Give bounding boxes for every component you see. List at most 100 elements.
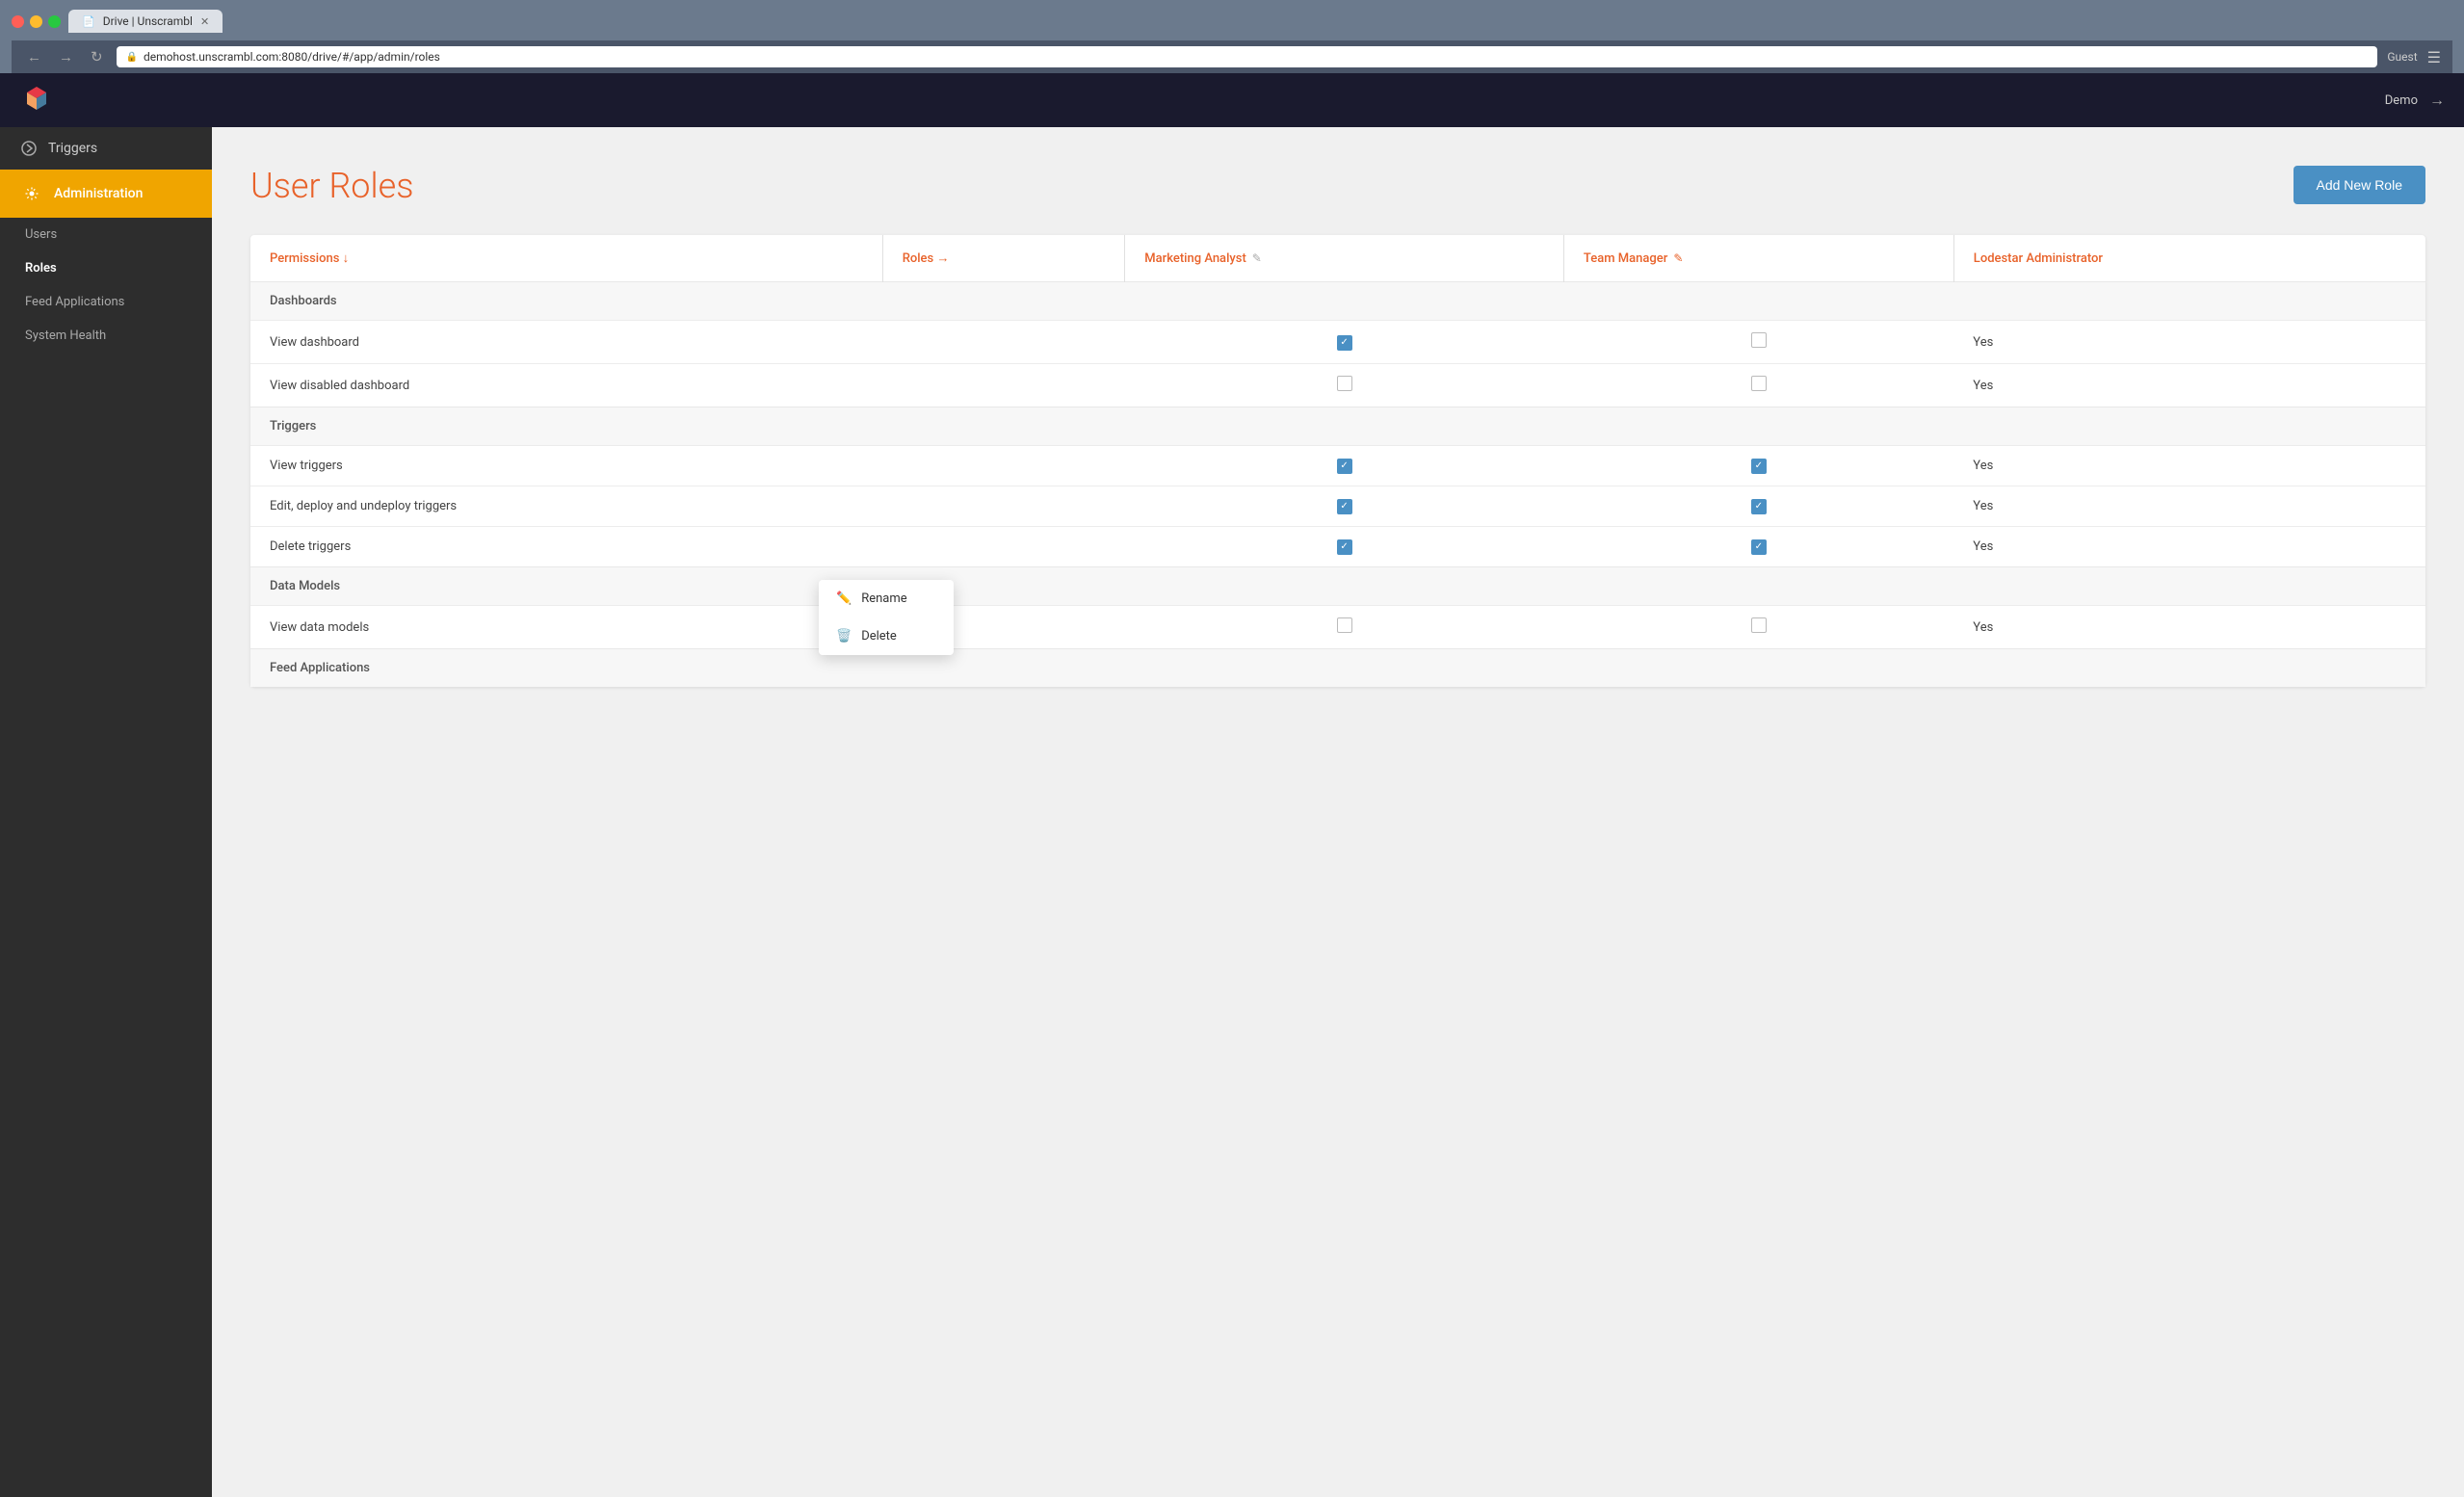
- active-browser-tab[interactable]: 📄 Drive | Unscrambl ✕: [68, 10, 223, 33]
- rename-icon: ✏️: [836, 591, 852, 606]
- perm-view-triggers: View triggers: [250, 446, 882, 486]
- context-menu: ✏️ Rename 🗑️ Delete: [819, 580, 954, 655]
- sidebar-sub-item-feed-applications[interactable]: Feed Applications: [0, 285, 212, 319]
- traffic-lights: [12, 15, 61, 28]
- app-body: Triggers Administration Users Roles F: [0, 127, 2464, 1497]
- triggers-label: Triggers: [48, 141, 97, 156]
- checkbox-col1-view-dashboard[interactable]: [1337, 335, 1352, 351]
- app-topbar: Demo →: [0, 73, 2464, 127]
- sidebar-section-administration[interactable]: Administration: [0, 170, 212, 218]
- context-menu-delete[interactable]: 🗑️ Delete: [819, 617, 954, 655]
- col2-delete-triggers: [1563, 527, 1953, 567]
- triggers-icon: [19, 139, 39, 158]
- users-sub-label: Users: [25, 227, 57, 242]
- col1-view-dashboard: [1125, 321, 1564, 364]
- context-menu-rename[interactable]: ✏️ Rename: [819, 580, 954, 617]
- roles-table-container: ✏️ Rename 🗑️ Delete Permissions ↓: [250, 235, 2425, 687]
- roles-sub-label: Roles: [25, 261, 57, 276]
- col2-view-dashboard: [1563, 321, 1953, 364]
- section-row-feed-applications: Feed Applications: [250, 649, 2425, 688]
- user-label: Demo: [2385, 93, 2418, 108]
- checkbox-col2-delete-triggers[interactable]: [1751, 539, 1767, 555]
- rename-label: Rename: [861, 591, 906, 606]
- checkbox-col2-edit-triggers[interactable]: [1751, 499, 1767, 514]
- checkbox-col2-view-data-models[interactable]: [1751, 617, 1767, 633]
- col3-edit-triggers: Yes: [1953, 486, 2425, 527]
- table-row: View triggers Yes: [250, 446, 2425, 486]
- close-traffic-light[interactable]: [12, 15, 24, 28]
- col3-view-disabled-dashboard: Yes: [1953, 364, 2425, 407]
- checkbox-col2-view-disabled-dashboard[interactable]: [1751, 376, 1767, 391]
- col3-view-triggers: Yes: [1953, 446, 2425, 486]
- minimize-traffic-light[interactable]: [30, 15, 42, 28]
- delete-label: Delete: [861, 629, 897, 643]
- new-tab-button[interactable]: [230, 8, 288, 35]
- col1-delete-triggers: [1125, 527, 1564, 567]
- checkbox-col2-view-triggers[interactable]: [1751, 459, 1767, 474]
- section-label-data-models: Data Models: [250, 567, 2425, 606]
- permissions-header-label: Permissions ↓: [270, 250, 349, 266]
- back-button[interactable]: ←: [23, 47, 45, 67]
- col2-view-disabled-dashboard: [1563, 364, 1953, 407]
- section-label-triggers: Triggers: [250, 407, 2425, 446]
- sidebar-sub-item-users[interactable]: Users: [0, 218, 212, 251]
- roles-header-label: Roles →: [903, 250, 950, 266]
- add-new-role-button[interactable]: Add New Role: [2294, 166, 2426, 204]
- col1-edit-icon[interactable]: ✎: [1252, 251, 1262, 265]
- browser-chrome: 📄 Drive | Unscrambl ✕ ← → ↻ 🔒 demohost.u…: [0, 0, 2464, 73]
- col2-header-label: Team Manager: [1584, 251, 1667, 266]
- checkbox-col1-view-data-models[interactable]: [1337, 617, 1352, 633]
- table-row: View data models Yes: [250, 606, 2425, 649]
- col1-view-triggers: [1125, 446, 1564, 486]
- logo-cube-icon: [19, 83, 54, 118]
- col1-header-label: Marketing Analyst: [1144, 251, 1246, 266]
- col2-edit-icon[interactable]: ✎: [1673, 251, 1683, 265]
- address-bar[interactable]: 🔒 demohost.unscrambl.com:8080/drive/#/ap…: [117, 46, 2378, 67]
- col1-view-disabled-dashboard: [1125, 364, 1564, 407]
- perm-view-data-models: View data models: [250, 606, 882, 649]
- col1-edit-triggers: [1125, 486, 1564, 527]
- col3-delete-triggers: Yes: [1953, 527, 2425, 567]
- section-row-dashboards: Dashboards: [250, 282, 2425, 321]
- table-body: Dashboards View dashboard Yes: [250, 282, 2425, 688]
- browser-menu-icon[interactable]: ☰: [2427, 48, 2441, 66]
- col1-view-data-models: [1125, 606, 1564, 649]
- perm-edit-triggers: Edit, deploy and undeploy triggers: [250, 486, 882, 527]
- feed-applications-sub-label: Feed Applications: [25, 295, 124, 309]
- logout-icon[interactable]: →: [2429, 91, 2445, 110]
- topbar-right: Demo →: [2385, 91, 2445, 110]
- app-container: Demo → Triggers: [0, 73, 2464, 1497]
- sidebar-item-triggers[interactable]: Triggers: [0, 127, 212, 170]
- app-logo: [19, 83, 54, 118]
- col3-header: Lodestar Administrator: [1953, 235, 2425, 282]
- guest-label: Guest: [2387, 50, 2417, 64]
- refresh-button[interactable]: ↻: [87, 46, 107, 67]
- main-content: User Roles Add New Role ✏️ Rename 🗑️ Del…: [212, 127, 2464, 1497]
- checkbox-col2-view-dashboard[interactable]: [1751, 332, 1767, 348]
- administration-gear-icon: [19, 181, 44, 206]
- checkbox-col1-edit-triggers[interactable]: [1337, 499, 1352, 514]
- perm-col-empty: [882, 321, 1125, 364]
- table-row: Edit, deploy and undeploy triggers Yes: [250, 486, 2425, 527]
- page-header: User Roles Add New Role: [250, 166, 2425, 206]
- forward-button[interactable]: →: [55, 47, 77, 67]
- checkbox-col1-delete-triggers[interactable]: [1337, 539, 1352, 555]
- col3-view-dashboard: Yes: [1953, 321, 2425, 364]
- col2-edit-triggers: [1563, 486, 1953, 527]
- sidebar-sub-item-roles[interactable]: Roles: [0, 251, 212, 285]
- browser-addressbar: ← → ↻ 🔒 demohost.unscrambl.com:8080/driv…: [12, 40, 2452, 73]
- table-header-row: Permissions ↓ Roles → Marketing Anal: [250, 235, 2425, 282]
- checkbox-col1-view-triggers[interactable]: [1337, 459, 1352, 474]
- checkbox-col1-view-disabled-dashboard[interactable]: [1337, 376, 1352, 391]
- perm-col-empty: [882, 446, 1125, 486]
- tab-close-button[interactable]: ✕: [200, 15, 209, 28]
- tab-title: Drive | Unscrambl: [103, 14, 193, 28]
- sidebar-sub-item-system-health[interactable]: System Health: [0, 319, 212, 353]
- system-health-sub-label: System Health: [25, 328, 106, 343]
- roles-header: Roles →: [882, 235, 1125, 282]
- perm-col-empty: [882, 364, 1125, 407]
- tab-favicon: 📄: [82, 15, 95, 28]
- page-title: User Roles: [250, 166, 413, 206]
- perm-delete-triggers: Delete triggers: [250, 527, 882, 567]
- maximize-traffic-light[interactable]: [48, 15, 61, 28]
